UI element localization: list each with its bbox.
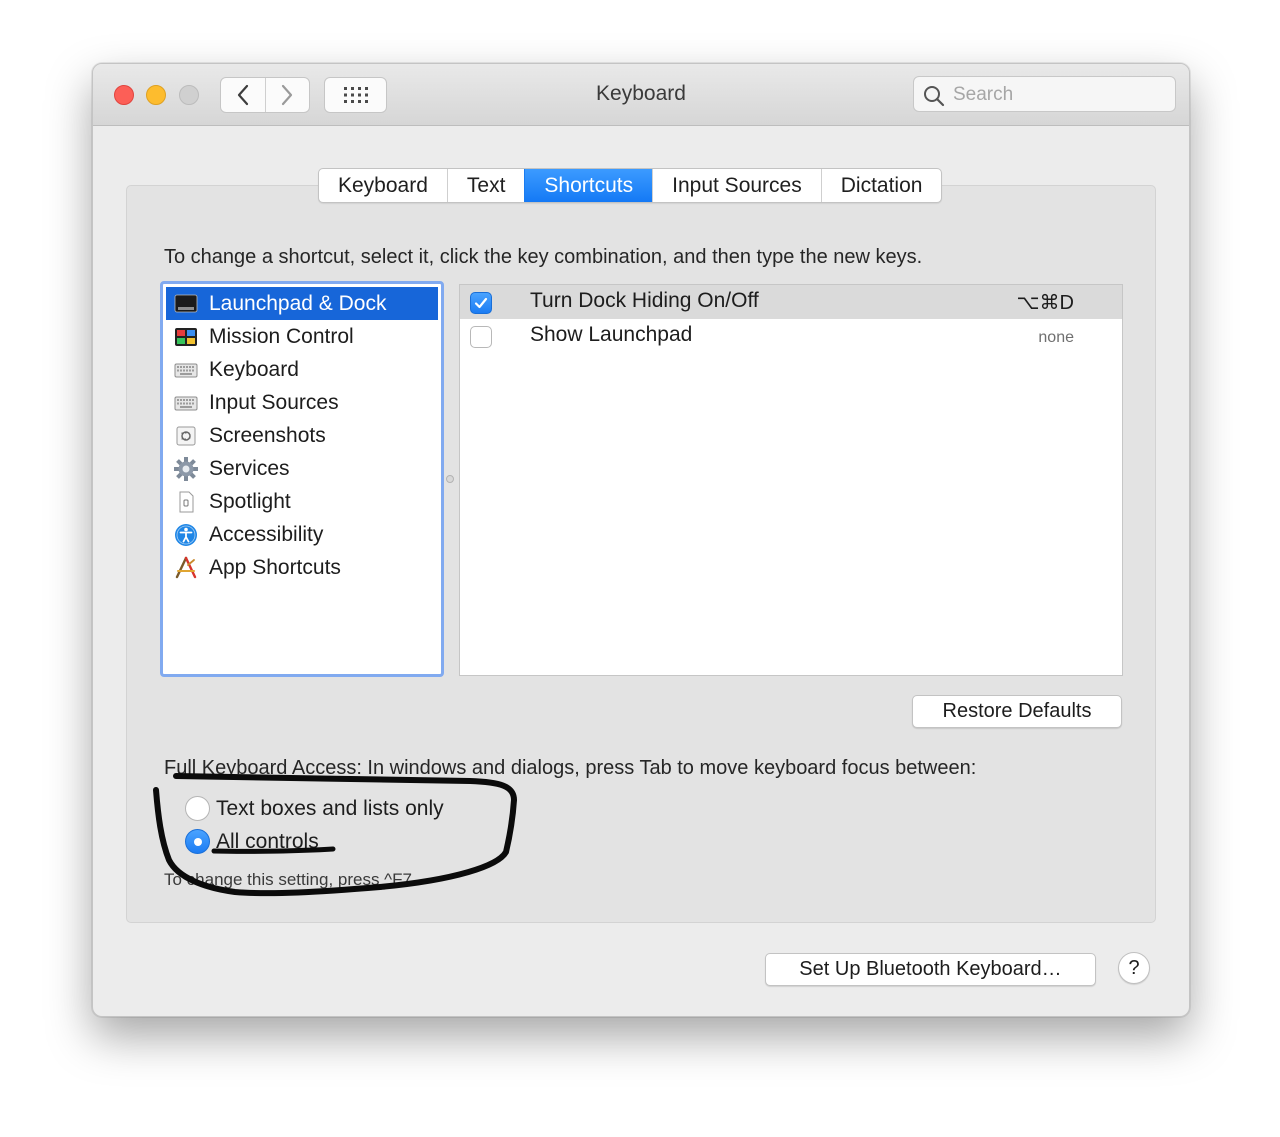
category-app-shortcuts[interactable]: App Shortcuts xyxy=(166,551,438,584)
help-button[interactable]: ? xyxy=(1118,952,1150,984)
shortcut-name: Show Launchpad xyxy=(530,323,693,346)
full-keyboard-access-label: Full Keyboard Access: In windows and dia… xyxy=(164,757,977,779)
tab-shortcuts[interactable]: Shortcuts xyxy=(524,169,653,202)
category-launchpad-dock[interactable]: Launchpad & Dock xyxy=(166,287,438,320)
category-spotlight[interactable]: Spotlight xyxy=(166,485,438,518)
shortcut-keys[interactable]: none xyxy=(1038,329,1074,347)
shortcut-enabled-checkbox[interactable] xyxy=(470,292,492,314)
services-gear-icon xyxy=(174,457,198,481)
radio-all-controls[interactable] xyxy=(185,829,210,854)
launchpad-dock-icon xyxy=(174,294,198,313)
radio-label[interactable]: All controls xyxy=(216,830,319,854)
shortcut-keys[interactable]: ⌥⌘D xyxy=(1017,290,1075,315)
preferences-window: Keyboard Keyboard Text Shortcuts Input S… xyxy=(92,63,1190,1017)
radio-label[interactable]: Text boxes and lists only xyxy=(216,797,444,821)
category-label: Services xyxy=(209,457,290,480)
search-icon xyxy=(924,86,945,107)
category-label: Mission Control xyxy=(209,325,354,348)
search-input[interactable] xyxy=(951,81,1170,109)
category-label: Spotlight xyxy=(209,490,291,513)
category-label: Launchpad & Dock xyxy=(209,292,387,315)
radio-text-boxes-only[interactable] xyxy=(185,796,210,821)
mission-control-icon xyxy=(175,328,197,346)
screenshots-icon xyxy=(176,426,196,446)
shortcut-instruction: To change a shortcut, select it, click t… xyxy=(164,246,923,268)
category-label: Screenshots xyxy=(209,424,326,447)
set-up-bluetooth-keyboard-button[interactable]: Set Up Bluetooth Keyboard… xyxy=(765,953,1096,986)
category-accessibility[interactable]: Accessibility xyxy=(166,518,438,551)
shortcut-row-show-launchpad[interactable]: Show Launchpad none xyxy=(460,319,1122,353)
category-screenshots[interactable]: Screenshots xyxy=(166,419,438,452)
tab-bar: Keyboard Text Shortcuts Input Sources Di… xyxy=(318,168,943,203)
category-label: App Shortcuts xyxy=(209,556,341,579)
tab-keyboard[interactable]: Keyboard xyxy=(319,169,447,202)
restore-defaults-button[interactable]: Restore Defaults xyxy=(912,695,1122,728)
spotlight-icon xyxy=(179,491,194,513)
keyboard-icon xyxy=(174,363,198,378)
shortcut-row-turn-dock-hiding[interactable]: Turn Dock Hiding On/Off ⌥⌘D xyxy=(460,285,1122,319)
search-field[interactable] xyxy=(913,76,1176,112)
input-sources-icon xyxy=(174,396,198,411)
category-input-sources[interactable]: Input Sources xyxy=(166,386,438,419)
shortcut-name: Turn Dock Hiding On/Off xyxy=(530,289,759,312)
tab-text[interactable]: Text xyxy=(446,169,525,202)
split-view-divider[interactable] xyxy=(446,475,454,483)
category-label: Accessibility xyxy=(209,523,324,546)
app-shortcuts-icon xyxy=(175,556,197,579)
category-list[interactable]: Launchpad & Dock Mission Control Keyboar… xyxy=(160,281,444,677)
category-label: Keyboard xyxy=(209,358,299,381)
full-keyboard-access-hint: To change this setting, press ^F7. xyxy=(164,870,417,889)
category-label: Input Sources xyxy=(209,391,339,414)
checkmark-icon xyxy=(474,297,488,309)
radio-dot xyxy=(194,838,202,846)
shortcut-list[interactable]: Turn Dock Hiding On/Off ⌥⌘D Show Launchp… xyxy=(459,284,1123,676)
tab-dictation[interactable]: Dictation xyxy=(820,169,942,202)
shortcut-enabled-checkbox[interactable] xyxy=(470,326,492,348)
accessibility-icon xyxy=(175,524,197,546)
category-mission-control[interactable]: Mission Control xyxy=(166,320,438,353)
category-keyboard[interactable]: Keyboard xyxy=(166,353,438,386)
category-services[interactable]: Services xyxy=(166,452,438,485)
title-bar: Keyboard xyxy=(93,64,1189,126)
tab-input-sources[interactable]: Input Sources xyxy=(652,169,821,202)
